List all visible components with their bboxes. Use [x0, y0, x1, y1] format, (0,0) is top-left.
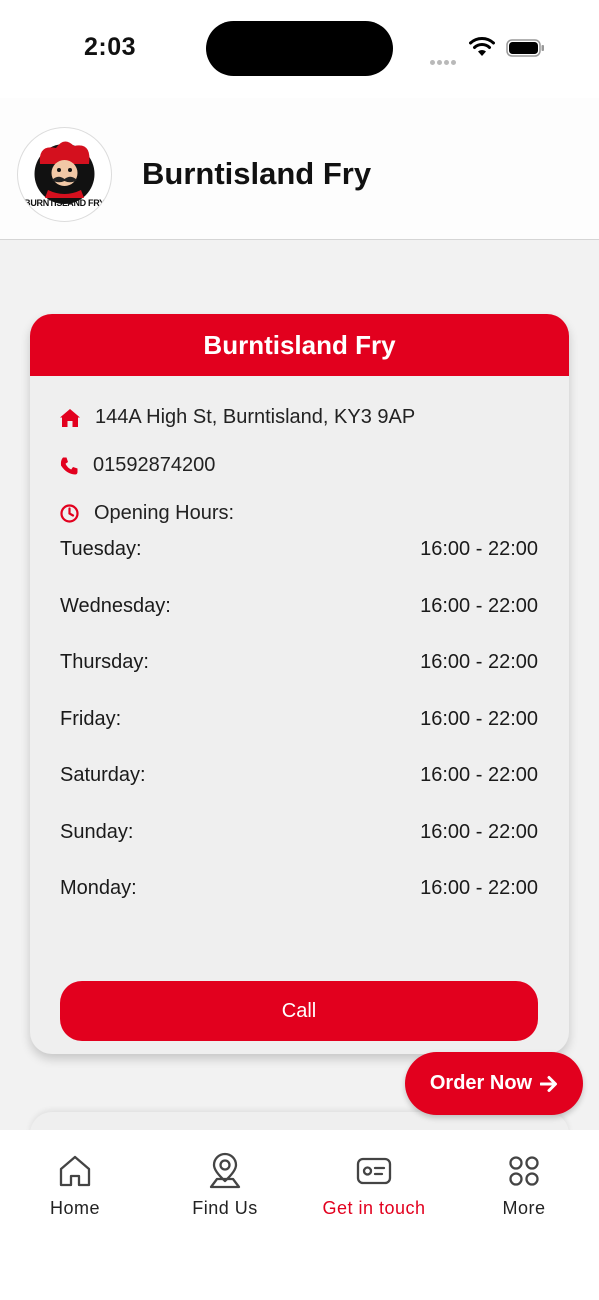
hours-row-tuesday: Tuesday: 16:00 - 22:00	[60, 538, 538, 595]
bottom-tab-bar: Home Find Us Get in touch More	[0, 1130, 599, 1300]
opening-hours-row: Opening Hours:	[60, 502, 234, 525]
time-range: 16:00 - 22:00	[420, 594, 538, 617]
tab-home-label: Home	[49, 1198, 100, 1218]
call-button[interactable]: Call	[60, 981, 538, 1041]
location-pin-icon	[209, 1152, 241, 1189]
hours-row-saturday: Saturday: 16:00 - 22:00	[60, 764, 538, 821]
time-range: 16:00 - 22:00	[420, 538, 538, 560]
day-label: Saturday:	[60, 764, 146, 786]
home-icon	[60, 408, 80, 427]
tab-get-in-touch-label: Get in touch	[322, 1198, 426, 1218]
clock-icon	[60, 504, 79, 523]
tab-get-in-touch[interactable]: Get in touch	[299, 1152, 449, 1219]
opening-hours-label: Opening Hours:	[94, 502, 235, 524]
phone-row[interactable]: 01592874200	[60, 454, 215, 477]
day-label: Wednesday:	[60, 594, 171, 617]
day-label: Sunday:	[60, 820, 134, 843]
order-now-label: Order Now	[429, 1072, 533, 1094]
cellular-signal-icon	[430, 52, 458, 70]
tab-home[interactable]: Home	[0, 1152, 150, 1219]
time-range: 16:00 - 22:00	[420, 764, 538, 786]
hours-row-monday: Monday: 16:00 - 22:00	[60, 877, 538, 934]
order-now-button[interactable]: Order Now	[405, 1052, 583, 1115]
app-title: Burntisland Fry	[142, 156, 372, 191]
tab-find-us-label: Find Us	[192, 1198, 258, 1218]
wifi-icon	[469, 37, 495, 56]
opening-hours-list: Tuesday: 16:00 - 22:00 Wednesday: 16:00 …	[60, 538, 538, 934]
tab-more[interactable]: More	[449, 1152, 599, 1219]
home-icon	[59, 1155, 91, 1187]
app-header: BURNTISLAND FRY Burntisland Fry	[0, 98, 599, 240]
status-bar: 2:03	[0, 0, 599, 98]
day-label: Tuesday:	[60, 538, 142, 560]
grid-icon	[509, 1156, 539, 1186]
day-label: Friday:	[60, 707, 122, 730]
hours-row-sunday: Sunday: 16:00 - 22:00	[60, 821, 538, 878]
time-range: 16:00 - 22:00	[420, 820, 538, 843]
dynamic-island	[206, 21, 393, 76]
battery-icon	[506, 39, 544, 57]
time-range: 16:00 - 22:00	[420, 707, 538, 730]
address-row: 144A High St, Burntisland, KY3 9AP	[60, 406, 415, 429]
restaurant-info-card: Burntisland Fry 144A High St, Burntislan…	[30, 314, 569, 1054]
time-range: 16:00 - 22:00	[420, 877, 538, 899]
tab-find-us[interactable]: Find Us	[150, 1152, 300, 1219]
hours-row-friday: Friday: 16:00 - 22:00	[60, 708, 538, 765]
day-label: Thursday:	[60, 651, 149, 673]
day-label: Monday:	[60, 877, 137, 899]
logo-text: BURNTISLAND FRY	[24, 198, 105, 208]
hours-row-thursday: Thursday: 16:00 - 22:00	[60, 651, 538, 708]
hours-row-wednesday: Wednesday: 16:00 - 22:00	[60, 595, 538, 652]
contact-card-icon	[356, 1157, 392, 1185]
time-range: 16:00 - 22:00	[420, 651, 538, 673]
arrow-right-icon	[540, 1075, 558, 1092]
tab-more-label: More	[502, 1198, 546, 1218]
restaurant-logo: BURNTISLAND FRY	[17, 127, 112, 222]
main-content: Burntisland Fry 144A High St, Burntislan…	[0, 240, 599, 1130]
card-title: Burntisland Fry	[30, 314, 569, 376]
phone-icon	[60, 457, 78, 474]
phone-number[interactable]: 01592874200	[93, 454, 215, 477]
address-text: 144A High St, Burntisland, KY3 9AP	[95, 406, 416, 428]
status-time: 2:03	[84, 33, 137, 61]
